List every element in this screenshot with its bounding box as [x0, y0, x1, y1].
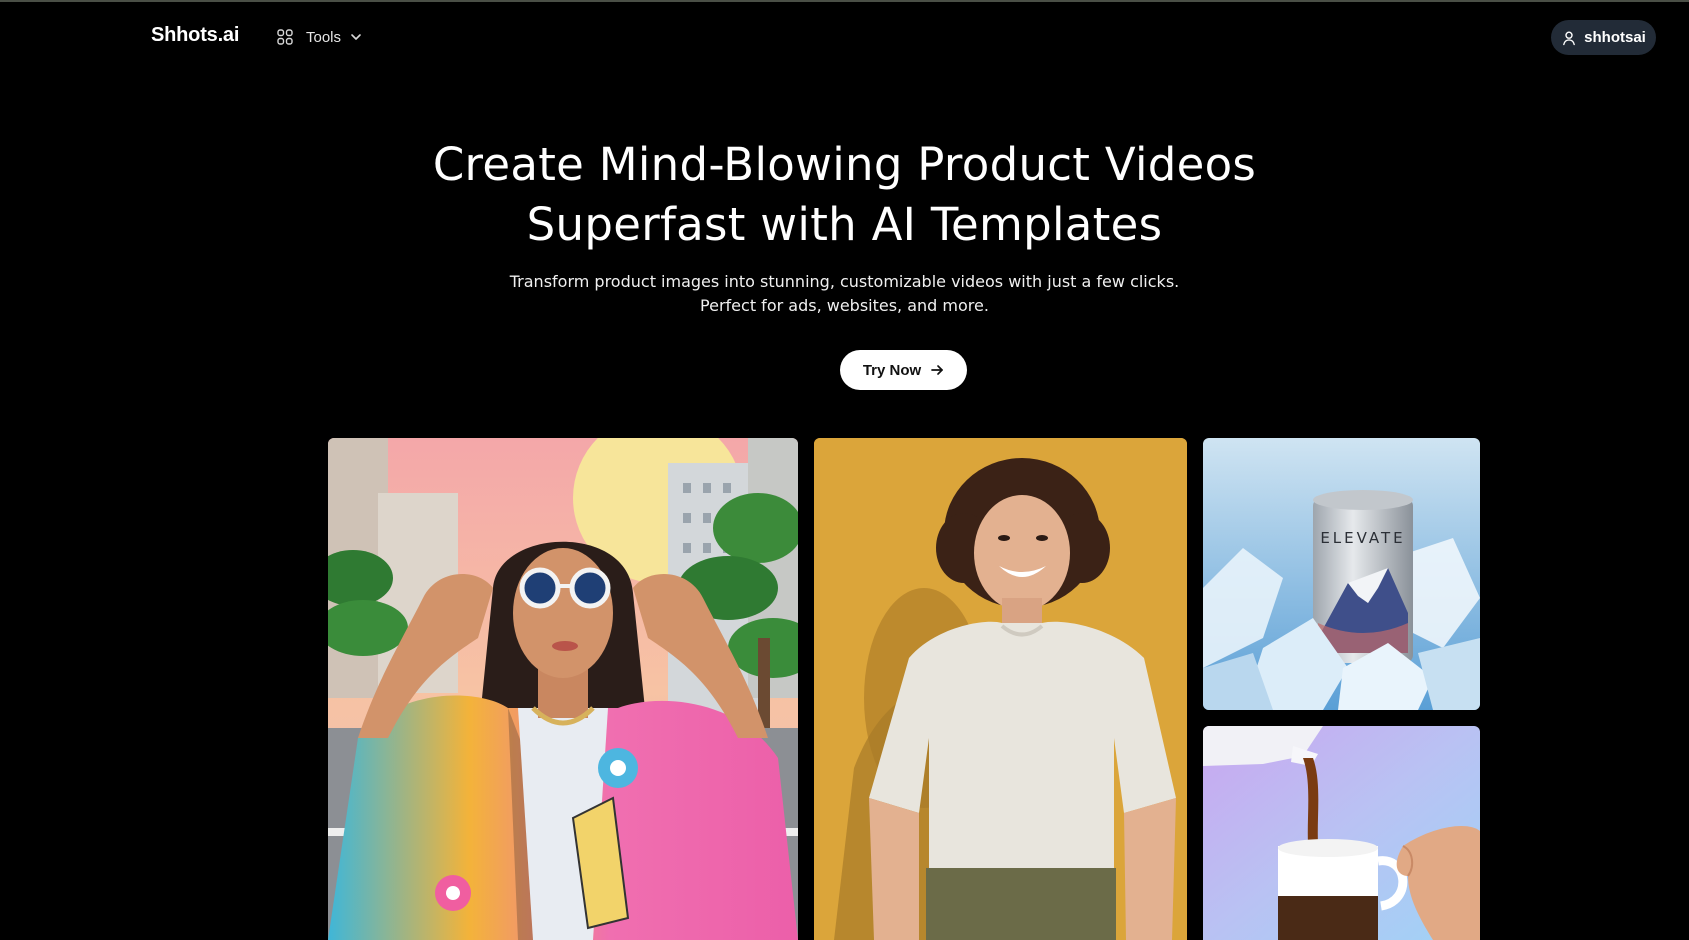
page: Shhots.ai Tools shhotsai Create Mind-Blo…	[0, 0, 1689, 940]
try-now-label: Try Now	[862, 361, 922, 379]
can-brand-text: ELEVATE	[1320, 529, 1405, 547]
hero-subtitle-line-1: Transform product images into stunning, …	[509, 272, 1180, 291]
hero-title: Create Mind-Blowing Product Videos Super…	[0, 135, 1689, 255]
gallery-tile-can-on-ice[interactable]: ELEVATE	[1203, 438, 1480, 710]
can-on-ice-image: ELEVATE	[1203, 438, 1480, 710]
try-now-button[interactable]: Try Now	[840, 350, 967, 390]
hero-title-line-2: Superfast with AI Templates	[526, 198, 1163, 251]
hero-title-line-1: Create Mind-Blowing Product Videos	[432, 138, 1257, 191]
gallery-tile-woman-tshirt[interactable]	[814, 438, 1187, 940]
grid-icon	[276, 28, 294, 46]
gallery-tile-coffee-pour[interactable]	[1203, 726, 1480, 940]
username-label: shhotsai	[1584, 29, 1646, 46]
logo[interactable]: Shhots.ai	[151, 24, 239, 47]
coffee-pour-image	[1203, 726, 1480, 940]
woman-tshirt-image	[814, 438, 1187, 940]
gallery-tile-woman-sunglasses[interactable]	[328, 438, 798, 940]
tools-menu-button[interactable]: Tools	[276, 26, 363, 48]
tools-label: Tools	[306, 28, 342, 46]
navbar: Shhots.ai Tools shhotsai	[0, 2, 1689, 68]
hero-subtitle: Transform product images into stunning, …	[0, 270, 1689, 318]
user-account-button[interactable]: shhotsai	[1551, 20, 1656, 55]
woman-sunglasses-image	[328, 438, 798, 940]
user-icon	[1561, 30, 1577, 46]
hero-subtitle-line-2: Perfect for ads, websites, and more.	[700, 296, 989, 315]
chevron-down-icon	[349, 30, 363, 44]
arrow-right-icon	[930, 363, 944, 377]
